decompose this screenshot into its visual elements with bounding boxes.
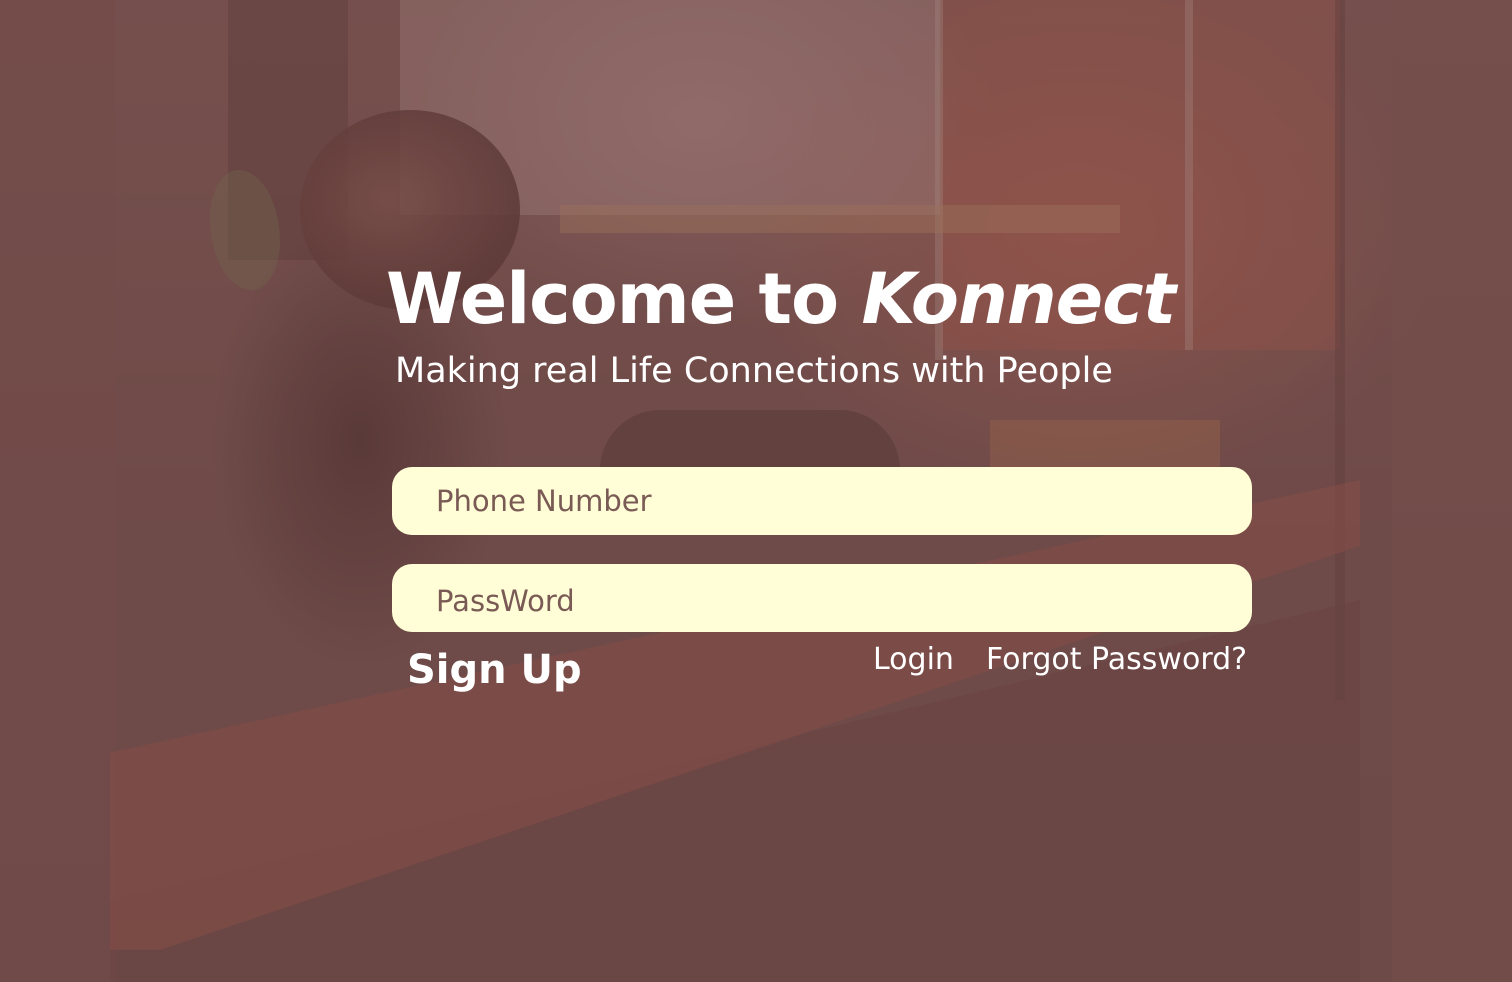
password-input[interactable] [392, 564, 1252, 632]
page-title: Welcome to Konnect [386, 258, 1176, 340]
sign-up-link[interactable]: Sign Up [407, 646, 582, 694]
login-screen: Welcome to Konnect Making real Life Conn… [0, 0, 1512, 982]
login-link[interactable]: Login [873, 642, 954, 678]
title-prefix: Welcome to [386, 258, 839, 340]
brand-name: Konnect [861, 258, 1176, 340]
phone-number-input[interactable] [392, 467, 1252, 535]
tagline: Making real Life Connections with People [395, 351, 1113, 391]
forgot-password-link[interactable]: Forgot Password? [986, 642, 1247, 678]
